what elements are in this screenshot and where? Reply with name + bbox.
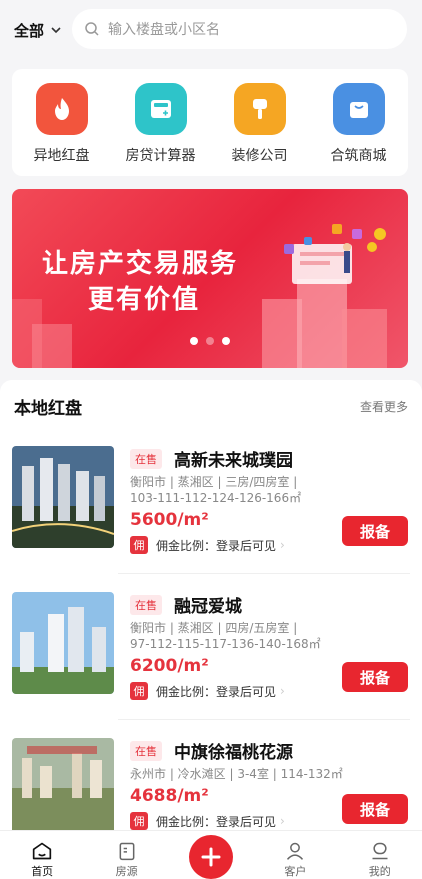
listing-area: 97-112-115-117-136-140-168㎡	[130, 637, 321, 651]
tab-label: 房源	[115, 865, 138, 878]
pagination-dot[interactable]	[206, 337, 214, 345]
listing-photo	[12, 592, 114, 694]
home-icon	[33, 842, 52, 860]
listing-card[interactable]: 在售 融冠爱城 衡阳市 | 蒸湘区 | 四房/五房室 | 97-112-115-…	[12, 592, 410, 722]
top-bar: 全部 输入楼盘或小区名	[0, 0, 422, 60]
listing-meta: 永州市 | 冷水滩区 | 3-4室 | 114-132㎡	[130, 767, 343, 781]
listing-name: 融冠爱城	[174, 597, 242, 617]
commission-tag: 佣	[130, 536, 148, 554]
tab-add[interactable]	[171, 831, 251, 879]
listing-name: 高新未来城璞园	[174, 451, 293, 471]
listing-meta: 衡阳市 | 蒸湘区 | 四房/五房室 |	[130, 621, 298, 635]
commission-tag: 佣	[130, 682, 148, 700]
report-button[interactable]: 报备	[342, 794, 408, 824]
tab-label: 我的	[368, 865, 391, 878]
pagination-dot[interactable]	[190, 337, 198, 345]
search-placeholder: 输入楼盘或小区名	[108, 22, 220, 38]
commission-text: 佣金比例：登录后可见	[156, 684, 277, 699]
plus-icon	[188, 835, 233, 879]
chevron-down-icon	[51, 27, 61, 34]
pagination-dot[interactable]	[222, 337, 230, 345]
chevron-right-icon: ›	[280, 814, 285, 828]
shopping-bag-icon	[332, 83, 385, 135]
banner-headline: 让房产交易服务	[42, 249, 239, 279]
listing-meta: 衡阳市 | 蒸湘区 | 三房/四房室 |	[130, 475, 298, 489]
search-input[interactable]: 输入楼盘或小区名	[72, 9, 407, 49]
listing-area: 103-111-112-124-126-166㎡	[130, 491, 302, 505]
quick-entry-remote-hot[interactable]: 异地红盘	[17, 83, 107, 176]
listing-card[interactable]: 在售 高新未来城璞园 衡阳市 | 蒸湘区 | 三房/四房室 | 103-111-…	[12, 446, 410, 576]
report-button[interactable]: 报备	[342, 516, 408, 546]
bottom-tab-bar: 首页 房源 客户 我的	[0, 830, 422, 879]
city-label: 全部	[14, 21, 45, 40]
report-button[interactable]: 报备	[342, 662, 408, 692]
section-header: 本地红盘 查看更多	[14, 394, 408, 419]
quick-entry-panel: 异地红盘 房贷计算器 装修公司 合筑商城	[12, 69, 408, 176]
city-selector[interactable]: 全部	[14, 20, 62, 41]
banner-pagination	[190, 337, 230, 345]
status-badge: 在售	[130, 594, 162, 615]
building-icon	[119, 842, 134, 861]
commission-text: 佣金比例：登录后可见	[156, 814, 277, 829]
divider	[118, 573, 410, 574]
status-badge: 在售	[130, 448, 162, 469]
listing-photo	[12, 738, 114, 840]
fire-icon	[35, 83, 88, 135]
local-hot-listings: 本地红盘 查看更多 在售 高新未来城璞园 衡阳市 | 蒸湘区 | 三房/四房室 …	[0, 380, 422, 840]
chevron-right-icon: ›	[280, 684, 285, 698]
commission-text: 佣金比例：登录后可见	[156, 538, 277, 553]
tab-label: 首页	[31, 865, 54, 878]
promo-banner[interactable]: 让房产交易服务 更有价值	[12, 189, 408, 368]
quick-entry-decoration[interactable]: 装修公司	[215, 83, 305, 176]
listing-photo	[12, 446, 114, 548]
tab-profile[interactable]: 我的	[340, 831, 420, 879]
status-badge: 在售	[130, 740, 162, 761]
divider	[118, 719, 410, 720]
tab-label: 客户	[284, 865, 307, 878]
quick-entry-label: 房贷计算器	[125, 148, 196, 164]
tab-listings[interactable]: 房源	[87, 831, 167, 879]
tab-home[interactable]: 首页	[2, 831, 82, 879]
profile-icon	[372, 842, 388, 860]
chevron-right-icon: ›	[280, 538, 285, 552]
listing-name: 中旗徐福桃花源	[174, 743, 293, 763]
quick-entry-label: 装修公司	[231, 148, 288, 164]
quick-entry-label: 异地红盘	[33, 148, 90, 164]
banner-subheadline: 更有价值	[88, 285, 201, 315]
quick-entry-label: 合筑商城	[330, 148, 387, 164]
search-icon	[85, 22, 99, 36]
quick-entry-loan-calculator[interactable]: 房贷计算器	[116, 83, 206, 176]
calculator-icon	[134, 83, 187, 135]
section-title: 本地红盘	[14, 399, 82, 419]
view-more-link[interactable]: 查看更多	[360, 398, 408, 415]
tab-customers[interactable]: 客户	[255, 831, 335, 879]
customer-icon	[287, 842, 304, 860]
commission-tag: 佣	[130, 812, 148, 830]
quick-entry-mall[interactable]: 合筑商城	[314, 83, 404, 176]
paint-roller-icon	[233, 83, 286, 135]
